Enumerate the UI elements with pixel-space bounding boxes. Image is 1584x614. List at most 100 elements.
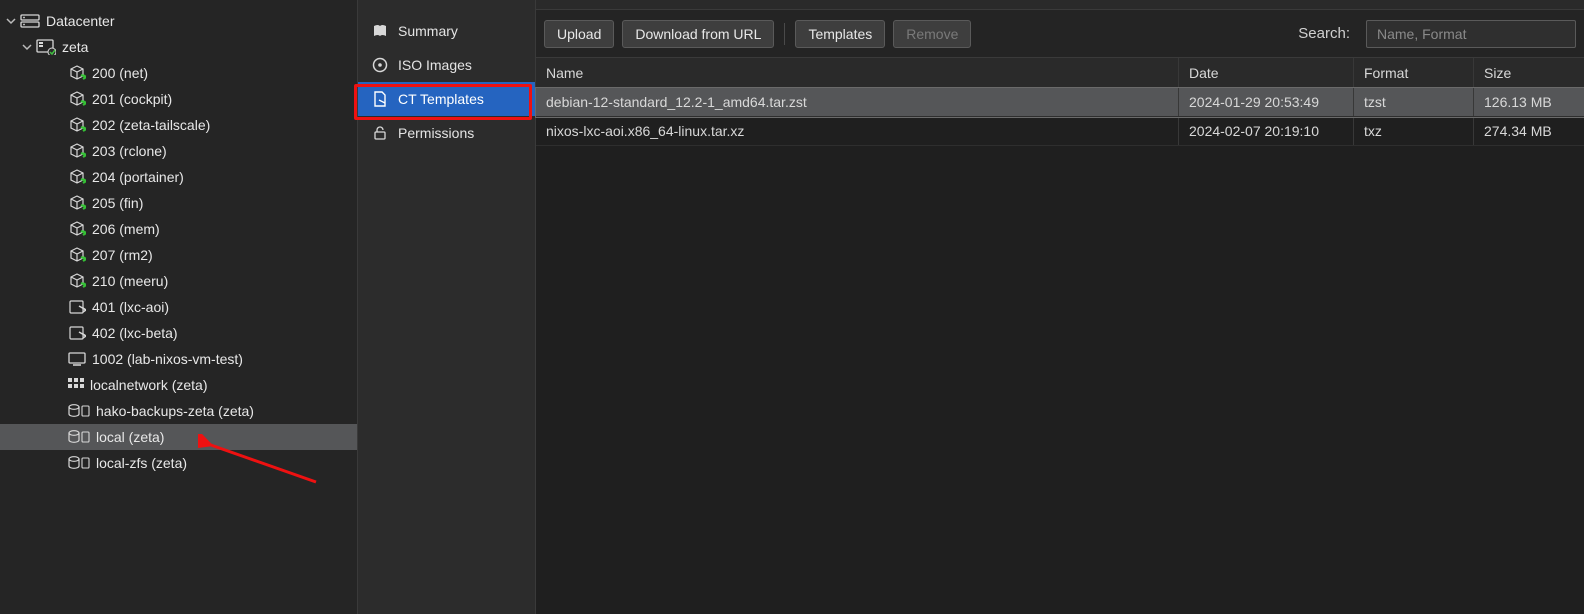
tree-expander-empty: [52, 144, 66, 158]
tree-label: zeta: [62, 39, 88, 55]
tree-expander-empty: [52, 430, 66, 444]
content-panel: Upload Download from URL Templates Remov…: [536, 0, 1584, 614]
col-header-format[interactable]: Format: [1354, 58, 1474, 87]
tree-label: Datacenter: [46, 13, 114, 29]
tree-item[interactable]: hako-backups-zeta (zeta): [0, 398, 357, 424]
tree-expander-empty: [52, 326, 66, 340]
tree-label: 210 (meeru): [92, 273, 168, 289]
tree-expander-empty: [52, 248, 66, 262]
ct-running-icon: [68, 195, 86, 211]
download-from-url-button[interactable]: Download from URL: [622, 20, 774, 48]
tree-item[interactable]: local-zfs (zeta): [0, 450, 357, 476]
cell-size: 126.13 MB: [1474, 88, 1584, 116]
tree-item[interactable]: 402 (lxc-beta): [0, 320, 357, 346]
col-header-date[interactable]: Date: [1179, 58, 1354, 87]
book-icon: [370, 24, 390, 38]
toolbar-separator: [784, 23, 785, 45]
tree-node-zeta[interactable]: zeta: [0, 34, 357, 60]
tree-item[interactable]: local (zeta): [0, 424, 357, 450]
tree-expander-empty: [52, 92, 66, 106]
subnav-label: ISO Images: [398, 57, 472, 73]
tree-label: local-zfs (zeta): [96, 455, 187, 471]
tree-expander-empty: [52, 404, 66, 418]
ct-running-icon: [68, 91, 86, 107]
cell-date: 2024-01-29 20:53:49: [1179, 88, 1354, 116]
table-row[interactable]: debian-12-standard_12.2-1_amd64.tar.zst2…: [536, 88, 1584, 117]
cell-size: 274.34 MB: [1474, 117, 1584, 145]
ct-stopped-icon: [68, 299, 86, 315]
tree-expander-empty: [52, 222, 66, 236]
ct-running-icon: [68, 117, 86, 133]
tree-item[interactable]: 401 (lxc-aoi): [0, 294, 357, 320]
tree-expander-empty: [52, 118, 66, 132]
tree-item[interactable]: 1002 (lab-nixos-vm-test): [0, 346, 357, 372]
subnav-label: Permissions: [398, 125, 474, 141]
subnav-label: CT Templates: [398, 91, 484, 107]
col-header-size[interactable]: Size: [1474, 58, 1584, 87]
tree-expander-empty: [52, 196, 66, 210]
tree-label: hako-backups-zeta (zeta): [96, 403, 254, 419]
tree-item[interactable]: 201 (cockpit): [0, 86, 357, 112]
content-topbar: [536, 0, 1584, 10]
subnav-item-ct-templates[interactable]: CT Templates: [358, 82, 535, 116]
tree-label: 205 (fin): [92, 195, 143, 211]
table-row[interactable]: nixos-lxc-aoi.x86_64-linux.tar.xz2024-02…: [536, 117, 1584, 146]
tree-label: 206 (mem): [92, 221, 160, 237]
unlock-icon: [370, 126, 390, 140]
tree-item[interactable]: 205 (fin): [0, 190, 357, 216]
tree-item[interactable]: 200 (net): [0, 60, 357, 86]
host-icon: [36, 39, 56, 55]
server-icon: [20, 14, 40, 28]
resource-tree: Datacenter zeta 200 (net) 201 (cockpit) 20…: [0, 0, 358, 614]
tree-item[interactable]: localnetwork (zeta): [0, 372, 357, 398]
chevron-down-icon[interactable]: [20, 40, 34, 54]
tree-item[interactable]: 203 (rclone): [0, 138, 357, 164]
chevron-down-icon[interactable]: [4, 14, 18, 28]
tree-expander-empty: [52, 378, 66, 392]
tree-item[interactable]: 207 (rm2): [0, 242, 357, 268]
tree-label: local (zeta): [96, 429, 164, 445]
search-input[interactable]: [1366, 20, 1576, 48]
file-icon: [370, 91, 390, 107]
network-icon: [68, 378, 84, 392]
upload-button[interactable]: Upload: [544, 20, 614, 48]
cell-date: 2024-02-07 20:19:10: [1179, 117, 1354, 145]
subnav-item-summary[interactable]: Summary: [358, 14, 535, 48]
disc-icon: [370, 57, 390, 73]
subnav-item-permissions[interactable]: Permissions: [358, 116, 535, 150]
tree-root-datacenter[interactable]: Datacenter: [0, 8, 357, 34]
tree-expander-empty: [52, 352, 66, 366]
toolbar: Upload Download from URL Templates Remov…: [536, 10, 1584, 58]
tree-item[interactable]: 210 (meeru): [0, 268, 357, 294]
tree-expander-empty: [52, 170, 66, 184]
search-label: Search:: [1298, 25, 1350, 42]
grid-body: debian-12-standard_12.2-1_amd64.tar.zst2…: [536, 88, 1584, 614]
tree-item[interactable]: 206 (mem): [0, 216, 357, 242]
tree-label: 203 (rclone): [92, 143, 167, 159]
storage-icon: [68, 456, 90, 470]
tree-expander-empty: [52, 66, 66, 80]
tree-label: 207 (rm2): [92, 247, 153, 263]
ct-running-icon: [68, 247, 86, 263]
templates-button[interactable]: Templates: [795, 20, 885, 48]
tree-label: localnetwork (zeta): [90, 377, 208, 393]
tree-label: 201 (cockpit): [92, 91, 172, 107]
storage-subnav: Summary ISO Images CT Templates Permissions: [358, 0, 536, 614]
tree-label: 401 (lxc-aoi): [92, 299, 169, 315]
ct-running-icon: [68, 65, 86, 81]
col-header-name[interactable]: Name: [536, 58, 1179, 87]
storage-icon: [68, 430, 90, 444]
tree-label: 1002 (lab-nixos-vm-test): [92, 351, 243, 367]
cell-format: txz: [1354, 117, 1474, 145]
tree-label: 402 (lxc-beta): [92, 325, 178, 341]
tree-item[interactable]: 202 (zeta-tailscale): [0, 112, 357, 138]
remove-button: Remove: [893, 20, 971, 48]
subnav-label: Summary: [398, 23, 458, 39]
tree-label: 204 (portainer): [92, 169, 184, 185]
storage-icon: [68, 404, 90, 418]
tree-expander-empty: [52, 274, 66, 288]
ct-running-icon: [68, 273, 86, 289]
ct-stopped-icon: [68, 325, 86, 341]
subnav-item-iso-images[interactable]: ISO Images: [358, 48, 535, 82]
tree-item[interactable]: 204 (portainer): [0, 164, 357, 190]
